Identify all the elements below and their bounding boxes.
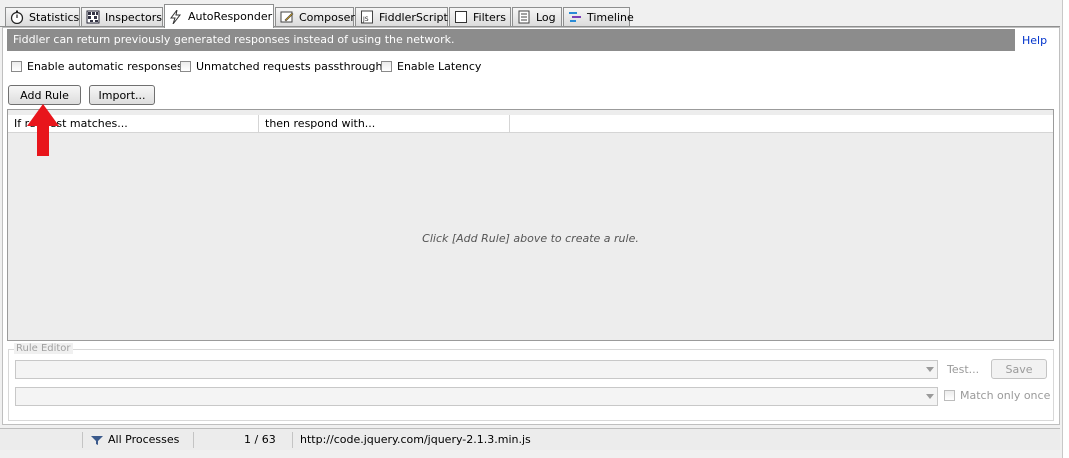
tab-label: Statistics (29, 10, 80, 24)
status-divider (82, 432, 83, 448)
tab-timeline[interactable]: Timeline (563, 7, 634, 26)
lightning-icon (170, 9, 182, 24)
tab-label: Composer (299, 10, 355, 24)
test-link[interactable]: Test... (947, 363, 979, 376)
chevron-down-icon[interactable] (926, 367, 934, 372)
empty-list-message: Click [Add Rule] above to create a rule. (422, 232, 639, 245)
tab-autoresponder[interactable]: AutoResponder (164, 4, 274, 28)
inspectors-icon (86, 10, 100, 24)
checkbox-label: Enable Latency (397, 60, 482, 73)
tab-fiddlerscript[interactable]: JS FiddlerScript (355, 7, 448, 26)
tab-label: FiddlerScript (379, 10, 448, 24)
help-link[interactable]: Help (1022, 34, 1047, 47)
tab-label: Inspectors (105, 10, 163, 24)
import-button[interactable]: Import... (89, 85, 155, 105)
match-only-once-checkbox[interactable]: Match only once (944, 389, 1050, 402)
tab-label: Filters (473, 10, 506, 24)
rule-editor-label: Rule Editor (14, 343, 73, 354)
red-arrow-annotation-icon (27, 104, 59, 156)
svg-text:JS: JS (362, 16, 369, 23)
column-header-then-respond-with[interactable]: then respond with... (259, 115, 510, 132)
unmatched-passthrough-checkbox[interactable]: Unmatched requests passthrough (180, 60, 383, 73)
composer-icon (280, 11, 294, 23)
tab-label: Timeline (587, 10, 634, 24)
response-action-combo[interactable] (15, 387, 938, 406)
checkbox-box[interactable] (944, 390, 955, 401)
checkbox-label: Unmatched requests passthrough (196, 60, 383, 73)
tab-label: AutoResponder (188, 10, 273, 23)
selected-url: http://code.jquery.com/jquery-2.1.3.min.… (300, 433, 531, 446)
script-icon: JS (361, 10, 373, 24)
checkbox-box[interactable] (11, 61, 22, 72)
enable-latency-checkbox[interactable]: Enable Latency (381, 60, 481, 73)
status-divider (292, 432, 293, 448)
filter-funnel-icon (91, 436, 103, 445)
status-divider (193, 432, 194, 448)
rules-list[interactable] (7, 109, 1054, 341)
checkbox-label: Enable automatic responses (27, 60, 183, 73)
add-rule-button[interactable]: Add Rule (8, 85, 81, 105)
tab-inspectors[interactable]: Inspectors (81, 7, 163, 26)
process-filter[interactable]: All Processes (108, 433, 179, 446)
window-bottom-edge (0, 450, 1069, 458)
save-button[interactable]: Save (991, 359, 1047, 379)
match-pattern-combo[interactable] (15, 360, 938, 379)
checkbox-box[interactable] (381, 61, 392, 72)
chevron-down-icon[interactable] (926, 394, 934, 399)
tab-composer[interactable]: Composer (275, 7, 355, 26)
filters-icon (455, 11, 467, 23)
tab-log[interactable]: Log (512, 7, 562, 26)
enable-auto-responses-checkbox[interactable]: Enable automatic responses (11, 60, 183, 73)
stopwatch-icon (10, 10, 24, 24)
tab-label: Log (536, 10, 556, 24)
log-icon (518, 10, 530, 24)
timeline-icon (569, 12, 581, 22)
tab-filters[interactable]: Filters (449, 7, 511, 26)
checkbox-box[interactable] (180, 61, 191, 72)
status-bar: All Processes 1 / 63 http://code.jquery.… (0, 428, 1060, 450)
tab-statistics[interactable]: Statistics (5, 7, 80, 26)
window-right-edge (1062, 0, 1069, 458)
session-count: 1 / 63 (244, 433, 276, 446)
checkbox-label: Match only once (960, 389, 1051, 402)
info-bar: Fiddler can return previously generated … (7, 29, 1015, 51)
rules-list-header: If request matches... then respond with.… (8, 115, 1053, 133)
